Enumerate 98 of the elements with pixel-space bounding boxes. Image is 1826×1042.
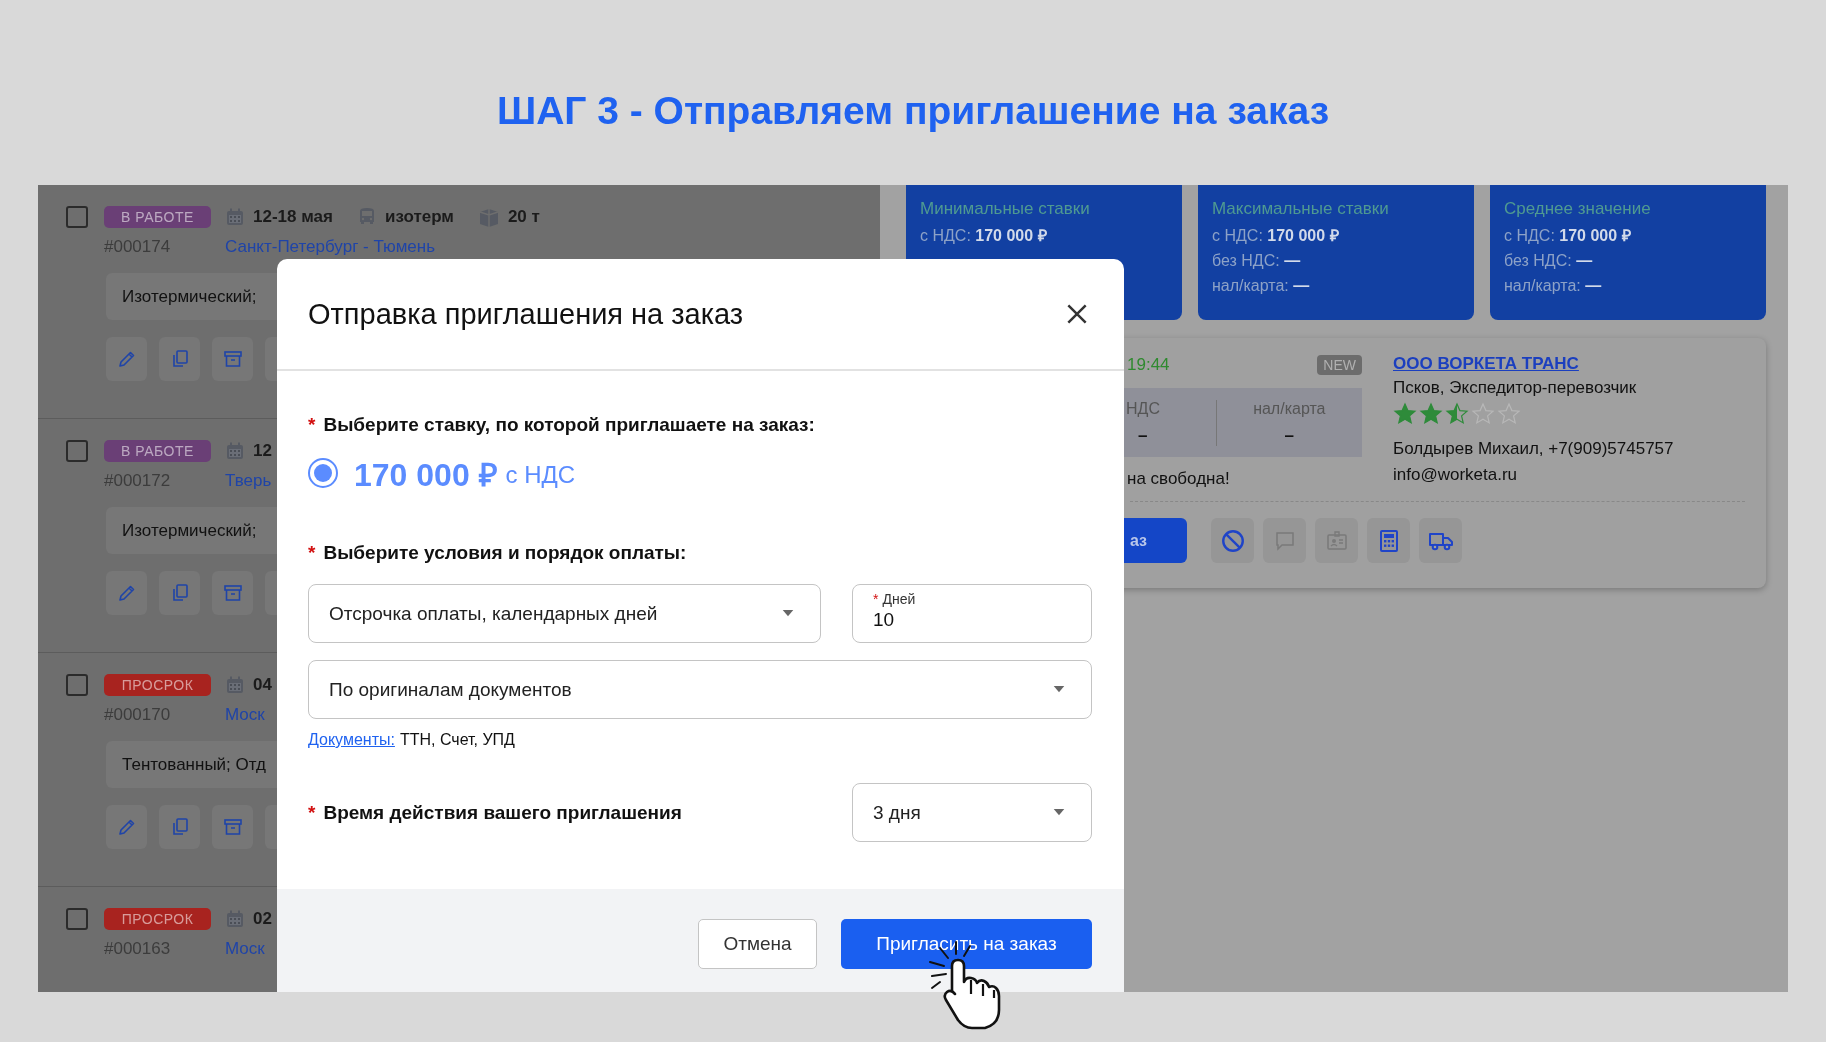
cargo-spec: Тентованный; Отд (106, 741, 277, 788)
rate-line: с НДС: 170 000 ₽ (1212, 226, 1339, 246)
archive-button[interactable] (212, 337, 253, 381)
checkbox[interactable] (66, 674, 88, 696)
invite-button[interactable]: Пригласить на заказ (841, 919, 1092, 969)
rate-line: с НДС: 170 000 ₽ (1504, 226, 1631, 246)
weight: 20 т (507, 207, 540, 227)
offer-time: 19:44 (1127, 355, 1170, 375)
required-mark: * (308, 542, 316, 563)
price-label: НДС (1126, 399, 1160, 418)
new-badge: NEW (1317, 355, 1362, 375)
archive-button[interactable] (212, 571, 253, 615)
star-icon (1497, 402, 1521, 426)
contact-card-button[interactable] (1315, 518, 1358, 563)
body-type: изотерм (384, 207, 454, 227)
star-icon (1419, 402, 1443, 426)
star-icon (1471, 402, 1495, 426)
radio-button[interactable] (308, 458, 338, 488)
caret-icon (1053, 809, 1065, 816)
pencil-icon (116, 817, 137, 837)
cargo-spec: Изотермический; (106, 273, 277, 320)
rate-card-title: Минимальные ставки (920, 199, 1091, 219)
documents-link[interactable]: Документы: (308, 730, 395, 750)
checkbox[interactable] (66, 206, 88, 228)
star-icon (1445, 402, 1469, 426)
copy-button[interactable] (159, 337, 200, 381)
date-range: 04 (253, 675, 272, 695)
rate-line: без НДС: — (1212, 251, 1301, 271)
archive-button[interactable] (212, 805, 253, 849)
rate-suffix: с НДС (505, 461, 576, 489)
checkbox[interactable] (66, 908, 88, 930)
block-button[interactable] (1211, 518, 1254, 563)
required-mark: * (308, 414, 316, 435)
cargo-spec: Изотермический; (106, 507, 277, 554)
box-icon (477, 207, 500, 227)
date-range: 12 (253, 441, 272, 461)
field-label: Выберите ставку, по которой приглашаете на заказ: (323, 414, 815, 435)
copy-button[interactable] (159, 571, 200, 615)
status-badge: В РАБОТЕ (104, 440, 211, 462)
rate-line: без НДС: — (1504, 251, 1593, 271)
caret-icon (782, 610, 794, 617)
action-button[interactable] (265, 571, 277, 615)
field-label: Дней (882, 591, 916, 607)
required-mark: * (873, 591, 879, 607)
status-badge: ПРОСРОК (104, 674, 211, 696)
action-button[interactable] (265, 805, 277, 849)
rate-line: с НДС: 170 000 ₽ (920, 226, 1047, 246)
payment-basis-dropdown[interactable]: По оригиналам документов (308, 660, 1092, 719)
rate-card-title: Максимальные ставки (1212, 199, 1390, 219)
company-link[interactable]: ООО ВОРКЕТА ТРАНС (1393, 352, 1674, 376)
archive-icon (222, 349, 243, 369)
calendar-icon (225, 441, 245, 461)
calculator-button[interactable] (1367, 518, 1410, 563)
rate-card-title: Среднее значение (1504, 199, 1652, 219)
documents-list: ТТН, Счет, УПД (399, 730, 515, 750)
field-label: Выберите условия и порядок оплаты: (323, 542, 687, 563)
slide-title: ШАГ 3 - Отправляем приглашение на заказ (496, 88, 1330, 134)
star-icon (1393, 402, 1417, 426)
edit-button[interactable] (106, 571, 147, 615)
caret-icon (1053, 686, 1065, 693)
pencil-icon (116, 349, 137, 369)
required-mark: * (308, 801, 316, 823)
rate-amount: 170 000 ₽ (354, 455, 498, 495)
rate-line: нал/карта: — (1504, 276, 1602, 296)
edit-button[interactable] (106, 805, 147, 849)
cancel-button[interactable]: Отмена (698, 919, 817, 969)
truck-button[interactable] (1419, 518, 1462, 563)
dialog-title: Отправка приглашения на заказ (308, 297, 744, 331)
archive-icon (222, 583, 243, 603)
status-badge: В РАБОТЕ (104, 206, 211, 228)
pencil-icon (116, 583, 137, 603)
price-value: – (1284, 425, 1295, 446)
date-range: 12-18 мая (253, 207, 333, 227)
ban-icon (1219, 527, 1246, 554)
price-value: – (1138, 425, 1148, 446)
payment-terms-dropdown[interactable]: Отсрочка оплаты, календарных дней (308, 584, 821, 643)
action-button[interactable] (265, 337, 277, 381)
copy-button[interactable] (159, 805, 200, 849)
calendar-icon (225, 207, 245, 227)
status-badge: ПРОСРОК (104, 908, 211, 930)
offer-note: на свободна! (1126, 469, 1231, 489)
validity-dropdown[interactable]: 3 дня (852, 783, 1092, 842)
date-range: 02 (253, 909, 272, 929)
rate-line: нал/карта: — (1212, 276, 1310, 296)
company-info: Псков, Экспедитор-перевозчик (1393, 377, 1638, 399)
id-badge-icon (1324, 528, 1349, 553)
invite-button[interactable]: аз (1124, 518, 1187, 563)
price-label: нал/карта (1253, 399, 1326, 418)
field-label: Время действия вашего приглашения (323, 801, 682, 823)
days-field[interactable]: * Дней 10 (852, 584, 1092, 643)
calendar-icon (225, 675, 245, 695)
edit-button[interactable] (106, 337, 147, 381)
archive-icon (222, 817, 243, 837)
checkbox[interactable] (66, 440, 88, 462)
calendar-icon (225, 909, 245, 929)
email: info@worketa.ru (1393, 464, 1519, 486)
contact-info: Болдырев Михаил, +7(909)5745757 (1393, 438, 1674, 460)
chat-button[interactable] (1263, 518, 1306, 563)
